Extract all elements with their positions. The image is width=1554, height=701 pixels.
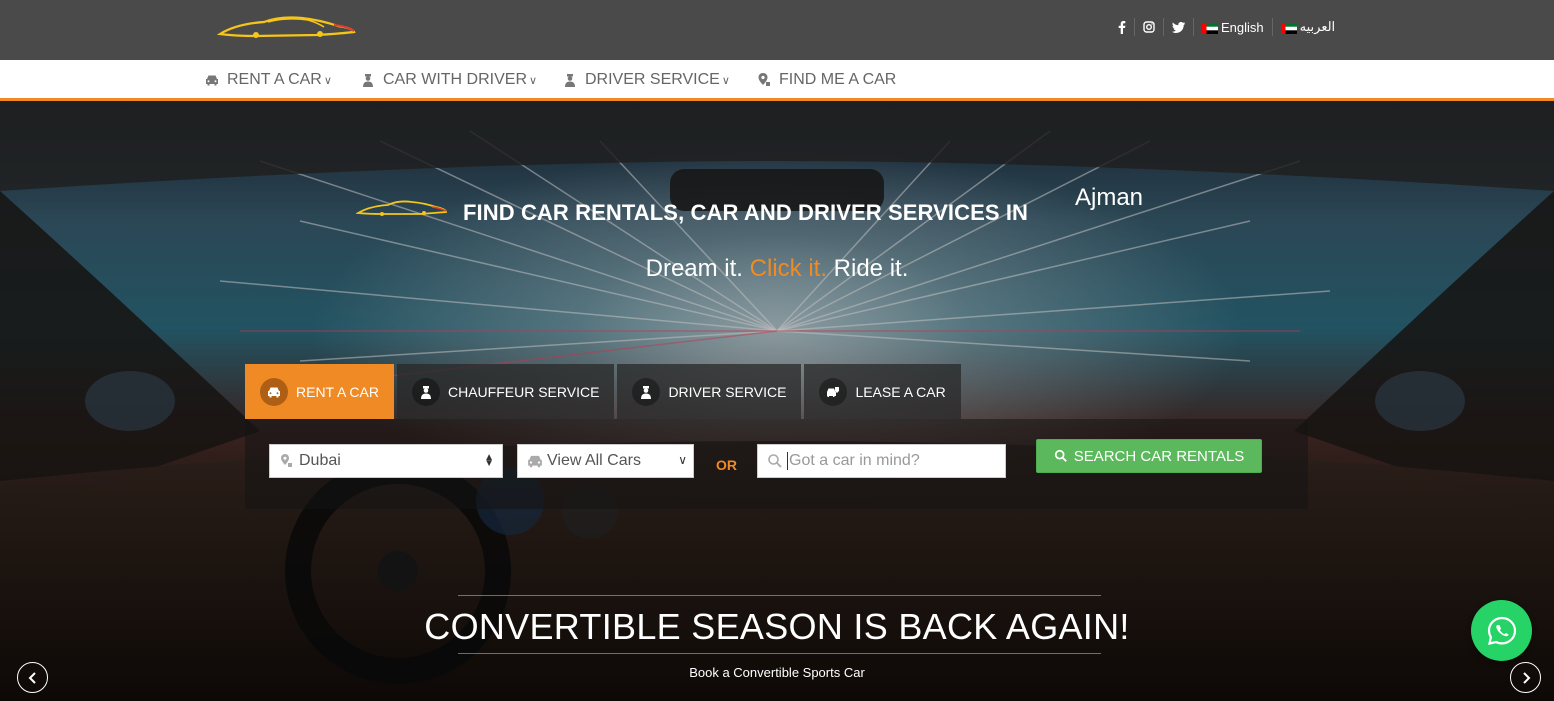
twitter-icon[interactable] — [1164, 18, 1193, 36]
car-icon — [527, 453, 543, 469]
uae-flag-icon — [1280, 22, 1297, 34]
search-panel: Dubai ▲ ▼ View All Cars ∨ OR Got a car in… — [245, 419, 1308, 509]
tagline-accent: Click it. — [749, 255, 827, 282]
city-value: Dubai — [299, 452, 341, 469]
whatsapp-icon — [1487, 616, 1516, 645]
nav-label: DRIVER SERVICE — [585, 71, 720, 88]
service-tabs: RENT A CAR CHAUFFEUR SERVICE DRIVER SERV… — [245, 364, 964, 419]
search-icon — [1054, 449, 1067, 462]
tab-chauffeur-service[interactable]: CHAUFFEUR SERVICE — [397, 364, 615, 419]
search-car-rentals-button[interactable]: SEARCH CAR RENTALS — [1036, 439, 1262, 473]
chevron-down-icon: ∨ — [721, 74, 730, 87]
category-select[interactable]: View All Cars ∨ — [517, 444, 694, 478]
search-placeholder: Got a car in mind? — [789, 452, 920, 469]
or-separator: OR — [716, 457, 737, 473]
tab-label: LEASE A CAR — [855, 383, 946, 400]
nav-item-rent-a-car[interactable]: RENT A CAR ∨ — [205, 71, 332, 89]
map-pin-icon — [279, 453, 295, 469]
lease-car-icon — [819, 377, 848, 406]
car-search-input[interactable]: Got a car in mind? — [757, 444, 1006, 478]
whatsapp-chat-button[interactable] — [1471, 600, 1532, 661]
facebook-icon[interactable] — [1110, 18, 1134, 36]
category-value: View All Cars — [547, 452, 641, 469]
nav-item-find-me-a-car[interactable]: FIND ME A CAR — [757, 71, 896, 89]
slide-subtitle: Book a Convertible Sports Car — [689, 665, 865, 680]
car-logo-icon — [216, 16, 356, 38]
caption-divider — [458, 595, 1101, 596]
tagline-part: Dream it. — [645, 255, 743, 282]
car-icon — [260, 377, 288, 406]
tab-rent-a-car[interactable]: RENT A CAR — [245, 364, 394, 419]
text-cursor — [787, 452, 788, 470]
nav-item-car-with-driver[interactable]: CAR WITH DRIVER ∨ — [361, 71, 537, 89]
tab-label: DRIVER SERVICE — [668, 383, 787, 400]
nav-label: CAR WITH DRIVER — [383, 71, 527, 88]
car-logo-icon — [355, 200, 447, 216]
map-pin-icon — [757, 73, 771, 87]
chevron-down-icon: ∨ — [678, 453, 687, 467]
top-bar: English العربيه — [0, 0, 1554, 60]
car-icon — [205, 73, 219, 87]
instagram-icon[interactable] — [1135, 18, 1163, 36]
sort-arrows-icon: ▲ ▼ — [484, 452, 494, 469]
chevron-right-icon — [1522, 671, 1530, 684]
tab-label: CHAUFFEUR SERVICE — [448, 383, 600, 400]
next-slide-button[interactable] — [1510, 662, 1541, 693]
search-icon — [767, 453, 783, 469]
nav-label: RENT A CAR — [227, 71, 322, 88]
hero-logo — [355, 199, 448, 223]
chevron-down-icon: ∨ — [323, 74, 332, 87]
tab-lease-a-car[interactable]: LEASE A CAR — [804, 364, 961, 419]
nav-item-driver-service[interactable]: DRIVER SERVICE ∨ — [563, 71, 730, 89]
language-english[interactable]: English — [1194, 18, 1272, 36]
hero-title: FIND CAR RENTALS, CAR AND DRIVER SERVICE… — [463, 200, 1029, 225]
social-links: English العربيه — [1110, 18, 1343, 36]
language-label: العربيه — [1299, 19, 1336, 34]
language-arabic[interactable]: العربيه — [1273, 18, 1344, 36]
previous-slide-button[interactable] — [17, 662, 48, 693]
main-navigation: RENT A CAR ∨ CAR WITH DRIVER ∨ DRIVER SE… — [0, 60, 1554, 101]
chevron-down-icon: ∨ — [529, 74, 538, 87]
chevron-left-icon — [28, 671, 36, 684]
site-logo[interactable] — [216, 14, 358, 48]
caption-divider — [458, 653, 1101, 654]
tab-label: RENT A CAR — [296, 383, 379, 400]
city-select[interactable]: Dubai ▲ ▼ — [269, 444, 503, 478]
chauffeur-icon — [632, 377, 661, 406]
tagline-part: Ride it. — [833, 255, 909, 282]
language-label: English — [1221, 19, 1264, 35]
tagline: Dream it. Click it. Ride it. — [0, 255, 1554, 283]
chauffeur-icon — [361, 73, 375, 87]
slide-title: CONVERTIBLE SEASON IS BACK AGAIN! — [424, 606, 1130, 647]
tab-driver-service[interactable]: DRIVER SERVICE — [617, 364, 802, 419]
uae-flag-icon — [1202, 22, 1218, 34]
nav-label: FIND ME A CAR — [779, 71, 897, 88]
hero-location: Ajman — [1075, 184, 1144, 211]
chauffeur-icon — [563, 73, 577, 87]
hero-banner: FIND CAR RENTALS, CAR AND DRIVER SERVICE… — [0, 101, 1554, 701]
chauffeur-icon — [412, 377, 440, 406]
search-button-label: SEARCH CAR RENTALS — [1073, 447, 1245, 465]
